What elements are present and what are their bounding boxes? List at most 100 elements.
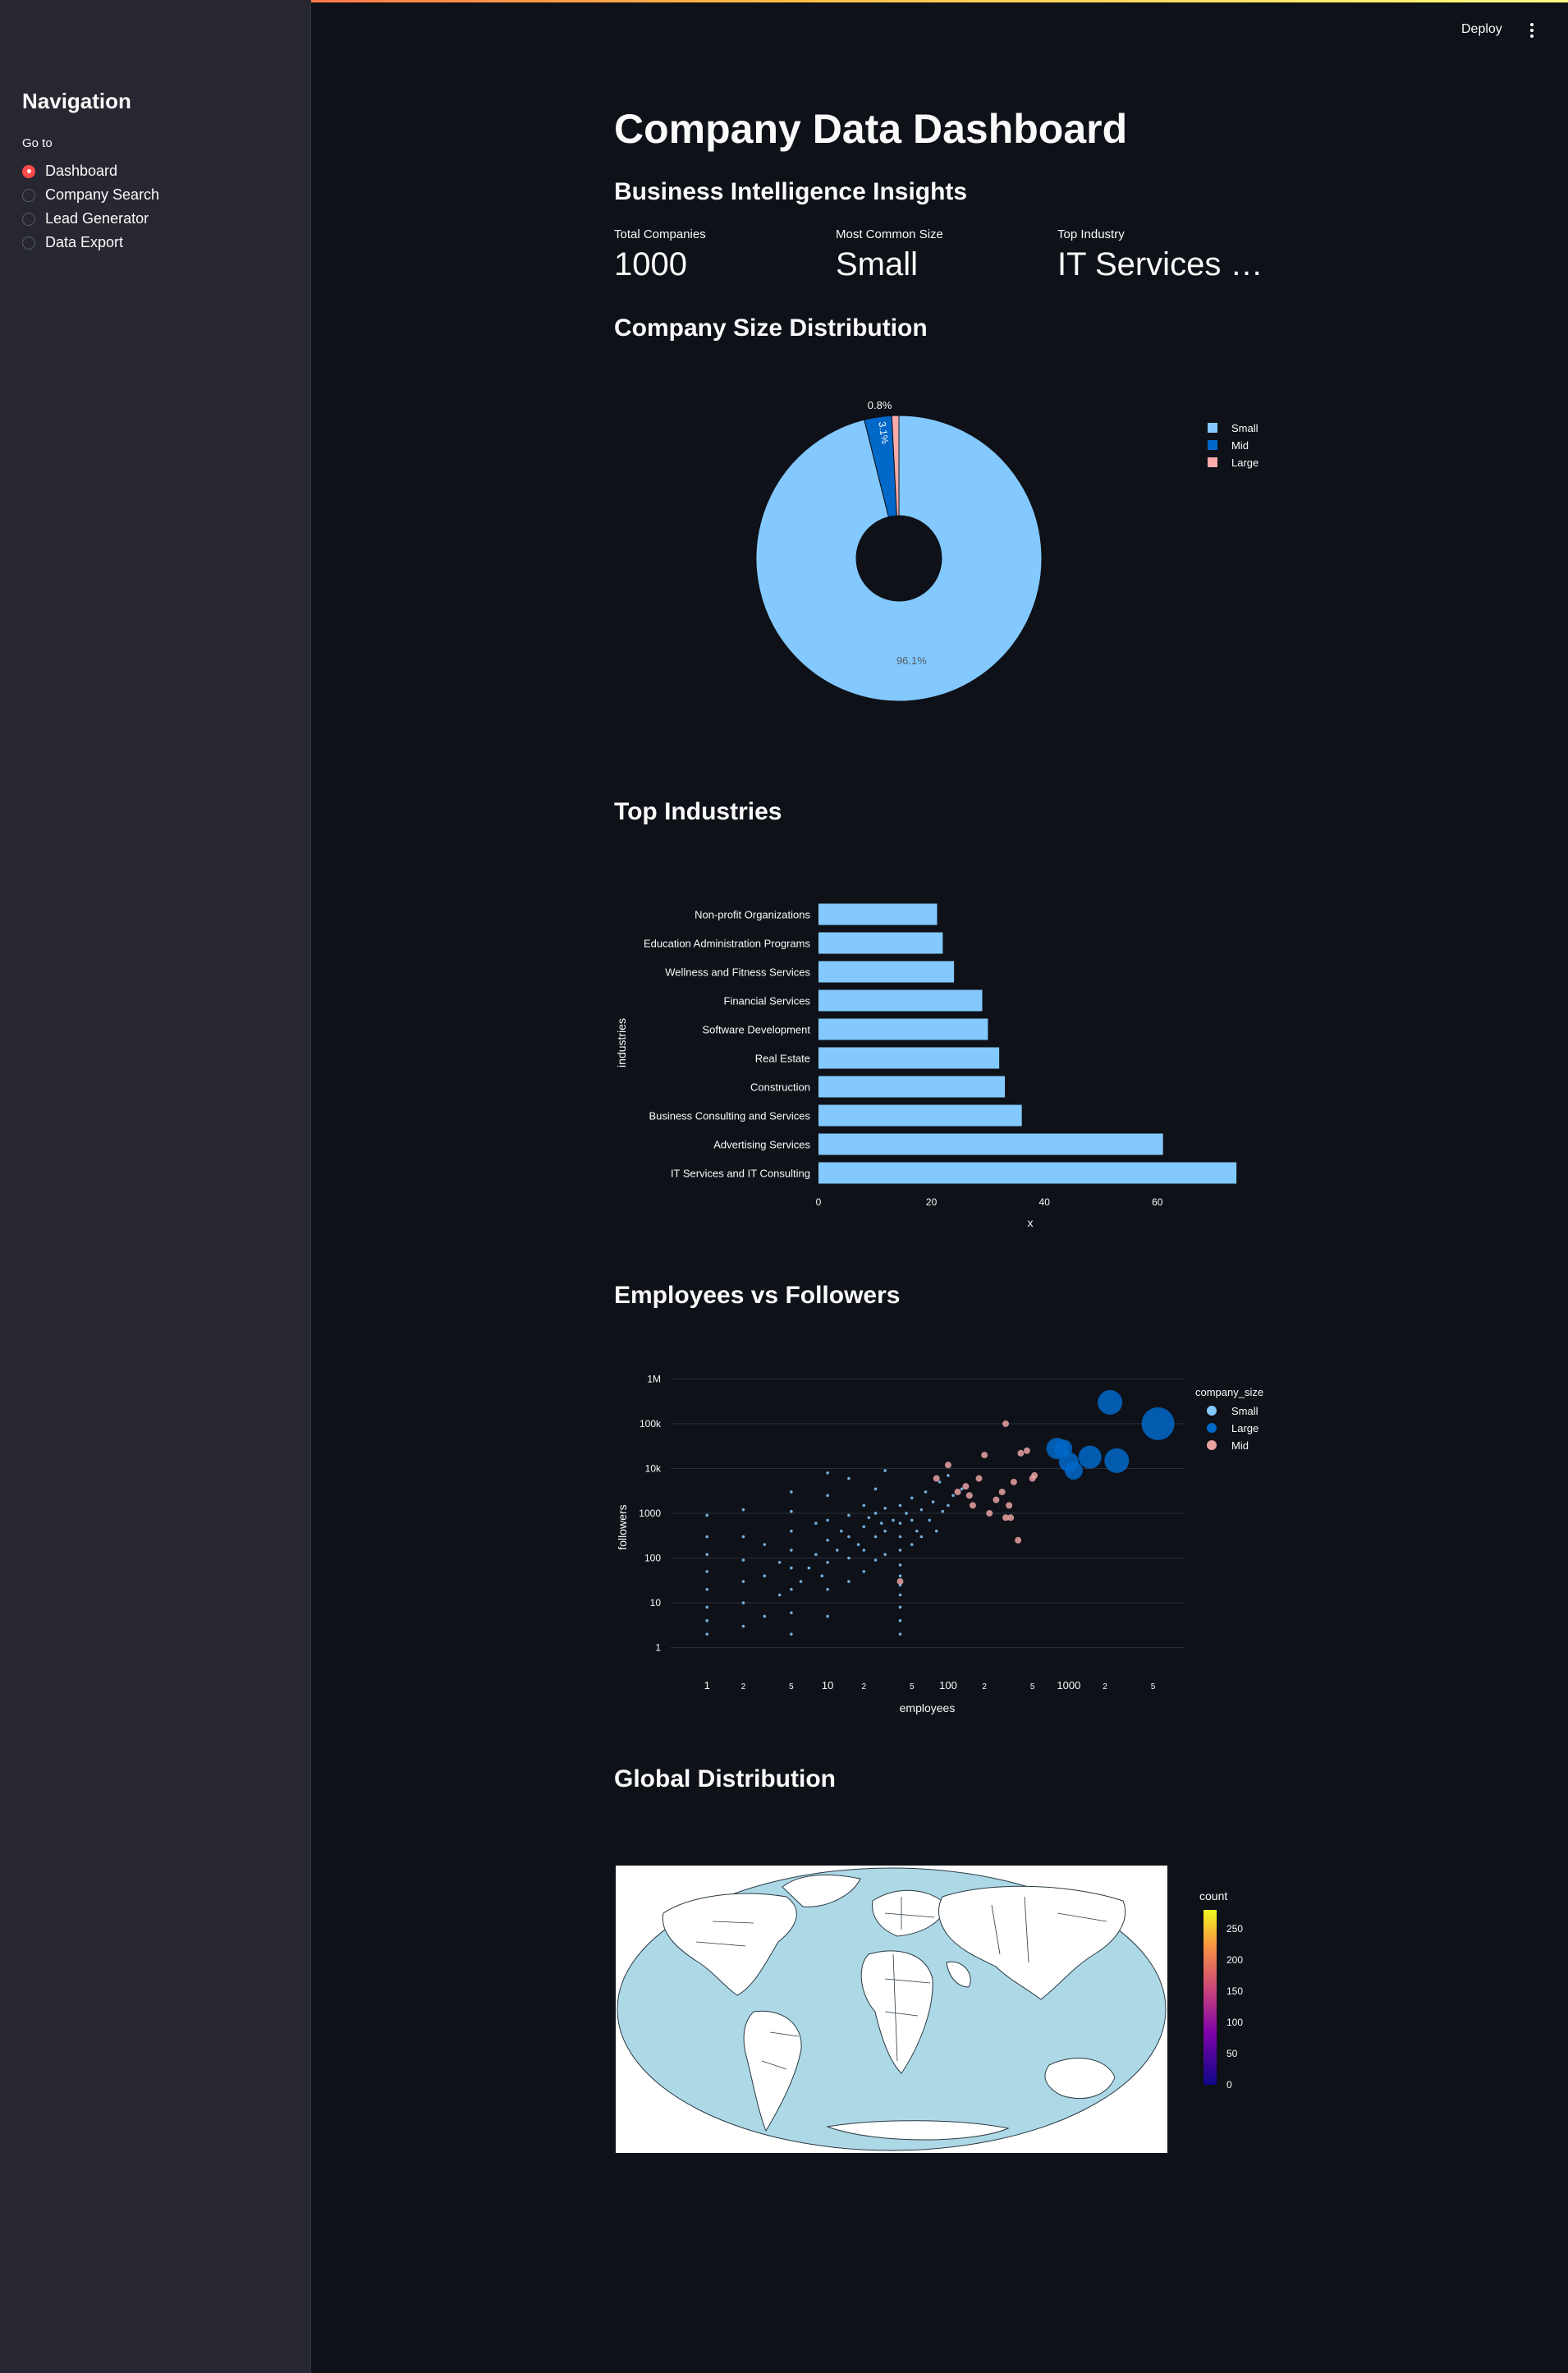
scatter-point-small [898,1593,902,1597]
radio-item-company-search[interactable]: Company Search [22,183,159,207]
scatter-point-small [807,1566,811,1570]
colorbar-tick-label: 100 [1226,2017,1243,2028]
bar-category-label: Advertising Services [713,1139,810,1151]
x-tick-label: 10 [822,1679,833,1691]
radio-item-data-export[interactable]: Data Export [22,231,159,255]
scatter-point-small [847,1476,850,1480]
bar-category-label: Real Estate [755,1053,810,1065]
bar-category-label: Business Consulting and Services [649,1110,810,1122]
scatter-point-mid [1010,1478,1017,1485]
scatter-point-small [910,1543,914,1546]
y-tick-label: 1M [647,1373,661,1384]
scatter-point-small [799,1580,803,1583]
scatter-point-small [862,1549,866,1552]
kebab-menu-icon[interactable] [1527,21,1537,39]
scatter-point-small [790,1509,793,1513]
colorbar-title: count [1199,1889,1227,1903]
scatter-point-large [1104,1448,1130,1473]
scatter-point-mid [1006,1502,1013,1509]
scatter-point-small [705,1587,709,1591]
radio-unselected-icon[interactable] [22,188,35,202]
scatter-point-small [938,1480,942,1484]
top-industries-chart[interactable]: IT Services and IT Consulting Advertising… [614,870,1287,1240]
x-tick-label: 5 [1151,1682,1156,1691]
metric-value: IT Services and IT Consulting [1057,246,1272,282]
scatter-point-small [826,1494,829,1498]
scatter-point-small [924,1490,928,1494]
metric-label: Total Companies [614,227,706,241]
legend-title: company_size [1195,1386,1263,1398]
employees-followers-chart[interactable]: 1 10 100 1000 10k 100k 1M 1 2 5 10 2 5 100 2 5 1000 2 5 emp… [614,1363,1287,1733]
scatter-point-small [931,1500,935,1503]
scatter-point-small [790,1566,793,1570]
scatter-point-small [847,1513,850,1517]
radio-item-lead-generator[interactable]: Lead Generator [22,207,159,231]
scatter-point-small [790,1529,793,1533]
scatter-point-small [898,1535,902,1539]
scatter-point-small [867,1516,871,1520]
legend-label: Mid [1231,1439,1249,1452]
x-tick-label: 20 [926,1196,938,1208]
bar [818,1018,988,1040]
radio-label: Company Search [45,186,160,203]
y-tick-label: 1000 [639,1508,661,1519]
size-distribution-chart[interactable]: 96.1%3.1%0.8%SmallMidLarge [614,361,1287,731]
scatter-point-small [898,1618,902,1623]
employees-followers-heading: Employees vs Followers [614,1282,901,1309]
scatter-point-small [741,1508,745,1512]
sidebar: Navigation Go to Dashboard Company Searc… [0,0,311,2373]
y-tick-label: 10k [645,1462,662,1474]
bar [818,961,955,983]
scatter-point-small [763,1614,767,1618]
x-tick-label: 2 [1103,1682,1107,1691]
x-tick-label: 1 [704,1679,710,1691]
legend-swatch [1208,457,1217,467]
scatter-point-large [1078,1445,1102,1469]
scatter-point-small [814,1553,818,1556]
radio-selected-icon[interactable] [22,164,35,178]
y-axis-label: followers [616,1504,629,1549]
radio-unselected-icon[interactable] [22,212,35,226]
scatter-point-mid [962,1483,970,1490]
metric-value: Small [836,246,919,282]
scatter-point-small [820,1574,824,1578]
metric-label: Most Common Size [836,227,943,241]
scatter-point-large [1098,1389,1123,1415]
bar-category-label: Wellness and Fitness Services [665,966,810,979]
radio-unselected-icon[interactable] [22,236,35,250]
scatter-point-small [741,1601,745,1604]
x-tick-label: 100 [939,1679,957,1691]
bar [818,1162,1237,1184]
x-tick-label: 0 [816,1196,822,1208]
insights-heading: Business Intelligence Insights [614,178,968,205]
y-tick-label: 100k [640,1418,662,1430]
scatter-point-small [883,1529,887,1533]
scatter-point-small [741,1624,745,1628]
global-distribution-map[interactable]: count 250 200 150 100 50 0 [614,1864,1287,2160]
legend-label: Mid [1231,439,1249,452]
scatter-point-small [790,1632,793,1636]
scatter-point-small [763,1543,767,1546]
scatter-point-small [705,1618,709,1623]
scatter-point-small [814,1522,818,1525]
x-axis-label: x [1028,1216,1034,1229]
scatter-point-small [898,1632,902,1636]
x-tick-label: 5 [1030,1682,1035,1691]
scatter-point-small [873,1487,878,1491]
sidebar-title: Navigation [22,89,131,113]
scatter-point-small [826,1614,829,1618]
y-tick-label: 1 [655,1642,661,1654]
scatter-point-small [826,1471,829,1475]
deploy-button[interactable]: Deploy [1461,22,1502,37]
scatter-point-mid [965,1492,973,1499]
scatter-point-small [847,1556,850,1560]
y-axis-label: industries [615,1018,628,1067]
scatter-point-small [919,1535,924,1539]
scatter-point-mid [969,1502,976,1509]
legend-label: Large [1231,1422,1259,1434]
radio-item-dashboard[interactable]: Dashboard [22,159,159,183]
scatter-point-mid [993,1496,1000,1503]
bar-category-label: IT Services and IT Consulting [671,1168,810,1180]
scatter-point-small [934,1529,938,1533]
scatter-point-small [915,1529,919,1533]
